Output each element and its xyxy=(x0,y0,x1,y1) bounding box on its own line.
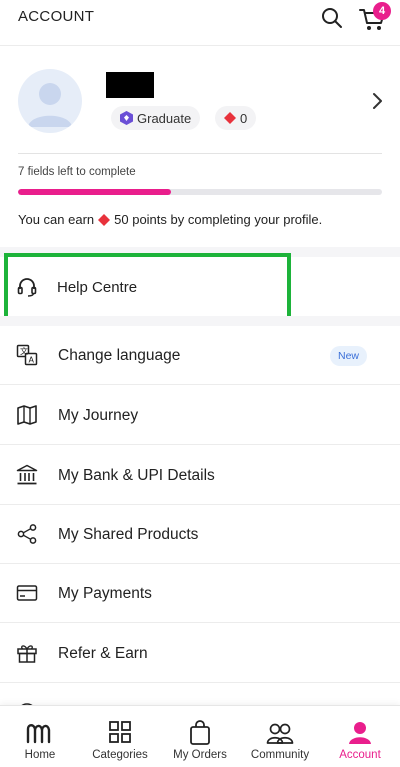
home-logo-icon xyxy=(26,720,54,746)
menu-item-label: My Bank & UPI Details xyxy=(58,467,215,484)
nav-my-orders[interactable]: My Orders xyxy=(160,706,240,767)
nav-label: Home xyxy=(24,749,56,761)
gem-icon xyxy=(224,112,236,124)
earn-suffix: 50 points by completing your profile. xyxy=(114,212,323,227)
nav-label: Community xyxy=(250,749,310,761)
share-icon xyxy=(16,523,38,545)
menu-item-label: My Journey xyxy=(58,407,139,424)
earn-points-text: You can earn 50 points by completing you… xyxy=(18,212,322,227)
bottom-navigation: Home Categories My Orders Community Acco… xyxy=(0,705,400,767)
redacted-name xyxy=(106,72,154,98)
map-icon xyxy=(16,404,38,426)
profile-card[interactable]: Graduate 0 7 fields left to complete You… xyxy=(0,47,400,247)
nav-categories[interactable]: Categories xyxy=(80,706,160,767)
card-icon xyxy=(16,582,38,604)
new-badge: New xyxy=(330,346,368,366)
points-chip: 0 xyxy=(215,106,257,130)
points-value: 0 xyxy=(240,110,248,126)
chevron-right-icon[interactable] xyxy=(370,91,384,111)
nav-label: My Orders xyxy=(173,749,227,761)
graduate-label: Graduate xyxy=(137,110,192,126)
people-icon xyxy=(266,720,294,746)
menu-item-label: Refer & Earn xyxy=(58,645,148,662)
nav-account[interactable]: Account xyxy=(320,706,400,767)
gift-icon xyxy=(16,642,38,664)
menu-item-shared-products[interactable]: My Shared Products xyxy=(0,505,400,564)
avatar xyxy=(18,69,82,133)
earn-prefix: You can earn xyxy=(18,212,95,227)
nav-community[interactable]: Community xyxy=(240,706,320,767)
translate-icon: 文A xyxy=(16,344,38,366)
page-title: ACCOUNT xyxy=(18,8,95,25)
profile-progress-bar xyxy=(18,189,382,195)
app-header: ACCOUNT 4 xyxy=(0,0,400,46)
menu-item-change-language[interactable]: 文A Change language New xyxy=(0,326,400,385)
divider xyxy=(18,153,382,154)
grid-icon xyxy=(106,720,134,746)
cart-count-badge: 4 xyxy=(373,2,391,20)
search-icon[interactable] xyxy=(320,6,344,30)
menu-item-bank-upi[interactable]: My Bank & UPI Details xyxy=(0,446,400,505)
nav-label: Categories xyxy=(92,749,148,761)
menu-item-my-payments[interactable]: My Payments xyxy=(0,564,400,623)
menu-item-refer-earn[interactable]: Refer & Earn xyxy=(0,624,400,683)
menu-item-my-journey[interactable]: My Journey xyxy=(0,386,400,445)
fields-left-text: 7 fields left to complete xyxy=(18,166,136,178)
section-separator xyxy=(0,316,400,326)
bag-icon xyxy=(186,720,214,746)
highlight-box xyxy=(4,253,291,322)
profile-progress-fill xyxy=(18,189,171,195)
svg-text:文: 文 xyxy=(20,346,28,356)
menu-item-label: My Shared Products xyxy=(58,526,199,543)
nav-home[interactable]: Home xyxy=(0,706,80,767)
bank-icon xyxy=(16,464,38,486)
menu-item-label: Change language xyxy=(58,347,181,364)
svg-text:A: A xyxy=(29,356,35,365)
hexagon-badge-icon xyxy=(120,111,133,125)
nav-label: Account xyxy=(339,749,381,761)
graduate-badge: Graduate xyxy=(111,106,201,130)
gem-icon xyxy=(98,213,111,226)
person-icon xyxy=(346,720,374,746)
menu-item-label: My Payments xyxy=(58,585,152,602)
